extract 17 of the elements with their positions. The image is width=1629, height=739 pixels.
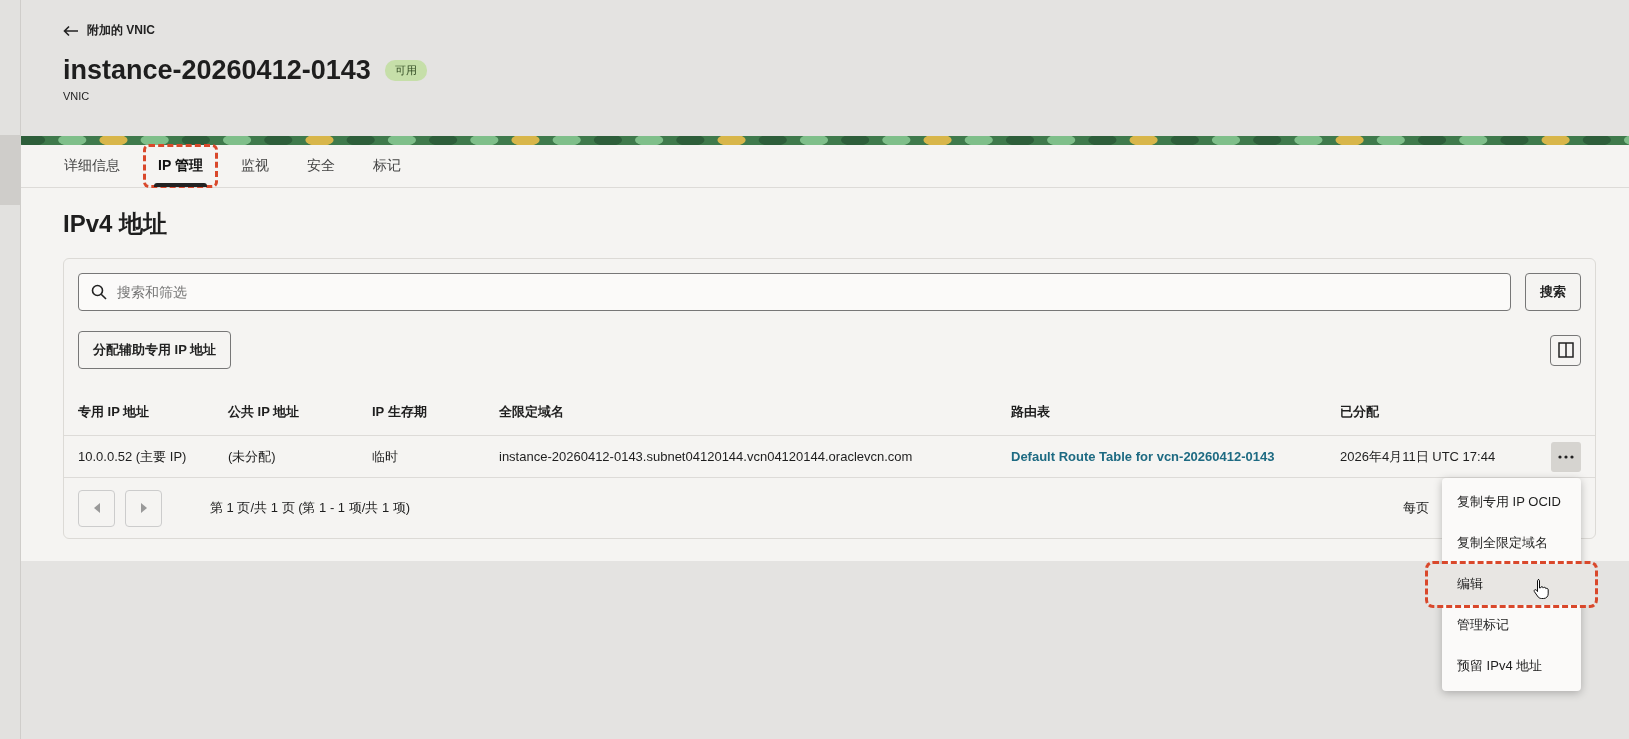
table-cell: 2026年4月11日 UTC 17:44 [1340, 448, 1496, 464]
column-header: 全限定域名 [499, 404, 564, 419]
column-header: 已分配 [1340, 404, 1379, 419]
page-title: instance-20260412-0143 [63, 54, 371, 86]
page-subtitle: VNIC [63, 89, 91, 102]
table-cell: 临时 [372, 448, 398, 464]
column-header: IP 生存期 [372, 404, 427, 419]
section-title: IPv4 地址 [63, 209, 169, 239]
column-header: 专用 IP 地址 [78, 404, 150, 419]
table-cell: 10.0.0.52 (主要 IP) [78, 448, 187, 464]
table-cell: instance-20260412-0143.subnet04120144.vcn04120144.oraclevcn.com [499, 449, 913, 464]
pagination-summary: 第 1 页/共 1 页 (第 1 - 1 项/共 1 项) [210, 499, 412, 517]
column-header: 公共 IP 地址 [228, 404, 300, 419]
status-badge: 可用 [384, 59, 427, 81]
per-page-label: 每页 [1403, 499, 1429, 517]
table-cell: (未分配) [228, 448, 276, 464]
column-header: 路由表 [1011, 404, 1050, 419]
